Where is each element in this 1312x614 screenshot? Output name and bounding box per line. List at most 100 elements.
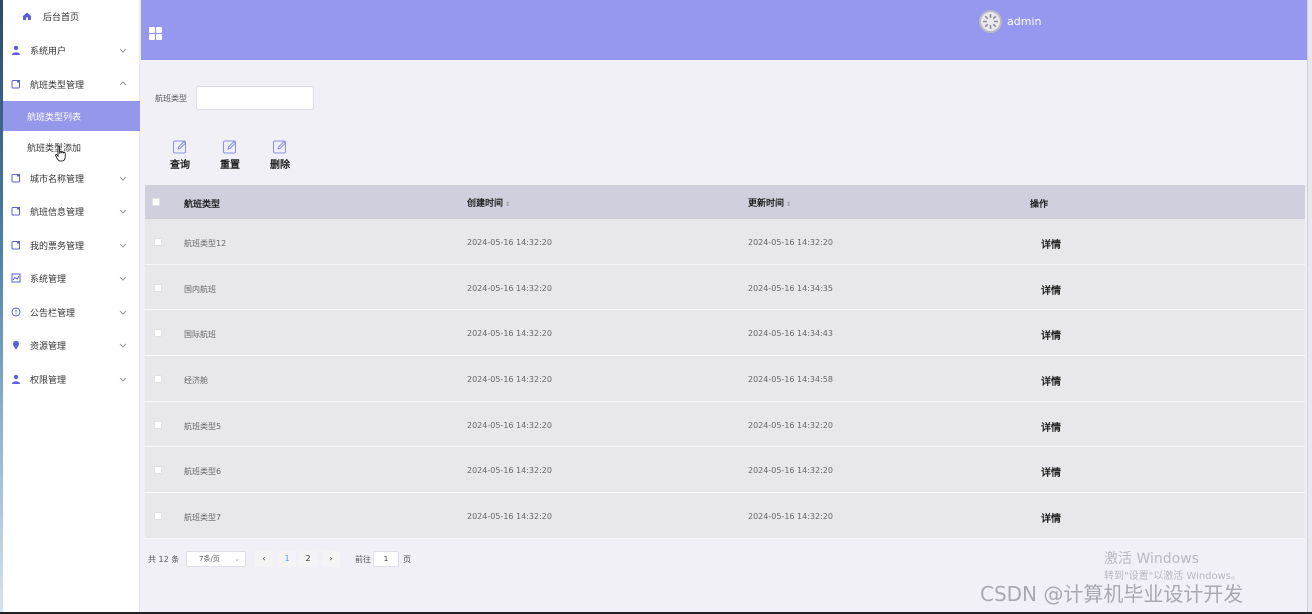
sort-icon[interactable]: ⇕ [505, 201, 510, 208]
next-page-button[interactable]: › [322, 551, 340, 567]
column-header-label: 创建时间 [467, 199, 504, 209]
prev-page-button[interactable]: ‹ [255, 551, 273, 567]
sidebar-item-resources[interactable]: 资源管理 [3, 330, 140, 360]
chevron-down-icon [119, 276, 127, 281]
page-button-1[interactable]: 1 [278, 551, 296, 567]
row-checkbox[interactable] [154, 329, 162, 338]
hand-cursor-icon [55, 146, 66, 162]
cell-updated: 2024-05-16 14:34:35 [748, 283, 833, 293]
cell-type: 国内航班 [184, 284, 216, 294]
cell-updated: 2024-05-16 14:32:20 [748, 466, 833, 476]
sidebar-item-label: 公告栏管理 [30, 308, 76, 319]
cell-type: 国际航班 [184, 330, 216, 340]
reset-button-label: 重置 [220, 160, 240, 171]
user-icon [10, 373, 22, 385]
row-checkbox[interactable] [154, 512, 162, 521]
table-row: 航班类型12 2024-05-16 14:32:20 2024-05-16 14:3… [145, 219, 1305, 265]
select-all-checkbox[interactable] [152, 198, 160, 206]
detail-button[interactable]: 详情 [1041, 282, 1061, 297]
sidebar-item-flight-info[interactable]: 航班信息管理 [3, 196, 140, 226]
chevron-up-icon [119, 81, 127, 86]
goto-page-input[interactable]: 1 [373, 551, 399, 567]
username[interactable]: admin [1007, 15, 1041, 28]
table-row: 国际航班 2024-05-16 14:32:20 2024-05-16 14:34:… [145, 310, 1305, 357]
sidebar-item-my-tickets[interactable]: 我的票务管理 [3, 230, 140, 260]
avatar[interactable] [979, 10, 1002, 33]
sidebar-item-label: 城市名称管理 [30, 174, 85, 185]
sidebar-item-label: 后台首页 [43, 12, 80, 23]
row-checkbox[interactable] [154, 375, 162, 384]
chevron-down-icon [119, 209, 127, 214]
cell-created: 2024-05-16 14:32:20 [467, 466, 552, 476]
cell-updated: 2024-05-16 14:32:20 [748, 420, 833, 430]
sidebar-item-label: 航班类型管理 [30, 80, 85, 91]
column-header-type: 航班类型 [184, 200, 221, 210]
detail-button[interactable]: 详情 [1041, 419, 1061, 434]
sidebar-item-label: 资源管理 [30, 341, 67, 352]
sidebar-item-home[interactable]: 后台首页 [3, 1, 140, 31]
cell-type: 航班类型6 [184, 467, 222, 477]
folder-icon [10, 239, 22, 251]
column-header-ops: 操作 [1030, 200, 1049, 210]
page-size-select[interactable]: 7条/页 ⌄ [186, 551, 246, 567]
sidebar-item-notice-board[interactable]: 公告栏管理 [3, 297, 140, 327]
sidebar-subitem-label: 航班类型添加 [27, 143, 82, 154]
page-button-2[interactable]: 2 [299, 551, 317, 567]
sidebar-item-label: 权限管理 [30, 375, 67, 386]
search-label: 航班类型 [155, 94, 187, 103]
user-icon [10, 44, 22, 56]
sidebar-item-system-manage[interactable]: 系统管理 [3, 263, 140, 293]
goto-label: 前往 [355, 554, 371, 564]
chevron-down-icon [119, 48, 127, 53]
cell-updated: 2024-05-16 14:32:20 [748, 512, 833, 522]
table-row: 航班类型5 2024-05-16 14:32:20 2024-05-16 14:32… [145, 401, 1305, 448]
reset-button[interactable]: 重置 [213, 139, 247, 171]
flight-type-search-input[interactable] [196, 86, 314, 110]
row-checkbox[interactable] [154, 238, 162, 246]
folder-icon [10, 205, 22, 217]
sidebar-item-city-name[interactable]: 城市名称管理 [3, 163, 140, 193]
cell-type: 航班类型5 [184, 421, 222, 431]
sort-icon[interactable]: ⇕ [786, 201, 791, 208]
column-header-created[interactable]: 创建时间 ⇕ [467, 196, 510, 209]
edit-icon [173, 140, 187, 154]
menu-grid-icon[interactable] [149, 27, 162, 40]
sidebar-subitem-flight-type-add[interactable]: 航班类型添加 [3, 132, 140, 162]
sidebar-item-permissions[interactable]: 权限管理 [3, 364, 140, 394]
info-icon [10, 306, 22, 318]
detail-button[interactable]: 详情 [1041, 510, 1061, 525]
cell-type: 航班类型12 [184, 239, 227, 248]
sidebar: 后台首页 系统用户 航班类型管理 航班类型列表 航班类型添加 城市名称管理 航班… [3, 0, 140, 614]
sidebar-item-label: 我的票务管理 [30, 241, 85, 252]
row-checkbox[interactable] [154, 466, 162, 475]
table-header: 航班类型 创建时间 ⇕ 更新时间 ⇕ 操作 [145, 185, 1305, 219]
detail-button[interactable]: 详情 [1041, 236, 1061, 251]
table-row: 航班类型6 2024-05-16 14:32:20 2024-05-16 14:32… [145, 447, 1305, 494]
chevron-down-icon [119, 310, 127, 315]
sidebar-item-system-users[interactable]: 系统用户 [3, 35, 140, 65]
delete-button-label: 删除 [270, 160, 290, 171]
query-button-label: 查询 [170, 160, 190, 171]
vertical-scrollbar[interactable] [1307, 0, 1312, 614]
pagination-total: 共 12 条 [148, 554, 180, 564]
sidebar-item-label: 系统用户 [30, 46, 67, 57]
table-row: 国内航班 2024-05-16 14:32:20 2024-05-16 14:34:… [145, 264, 1305, 311]
row-checkbox[interactable] [154, 420, 162, 429]
sidebar-item-flight-type[interactable]: 航班类型管理 [3, 69, 140, 99]
query-button[interactable]: 查询 [163, 139, 197, 171]
edit-icon [223, 140, 237, 154]
detail-button[interactable]: 详情 [1041, 464, 1061, 479]
folder-icon [10, 172, 22, 184]
sidebar-item-label: 航班信息管理 [30, 207, 85, 218]
column-header-updated[interactable]: 更新时间 ⇕ [748, 196, 791, 209]
detail-button[interactable]: 详情 [1041, 373, 1061, 388]
row-checkbox[interactable] [154, 283, 162, 292]
csdn-watermark: CSDN @计算机毕业设计开发 [980, 582, 1244, 606]
detail-button[interactable]: 详情 [1041, 327, 1061, 342]
windows-activation-title: 激活 Windows [1104, 551, 1199, 567]
home-icon [21, 10, 33, 22]
sidebar-subitem-flight-type-list[interactable]: 航班类型列表 [3, 101, 140, 131]
chevron-down-icon [119, 243, 127, 248]
cell-created: 2024-05-16 14:32:20 [467, 420, 552, 430]
delete-button[interactable]: 删除 [263, 139, 297, 171]
